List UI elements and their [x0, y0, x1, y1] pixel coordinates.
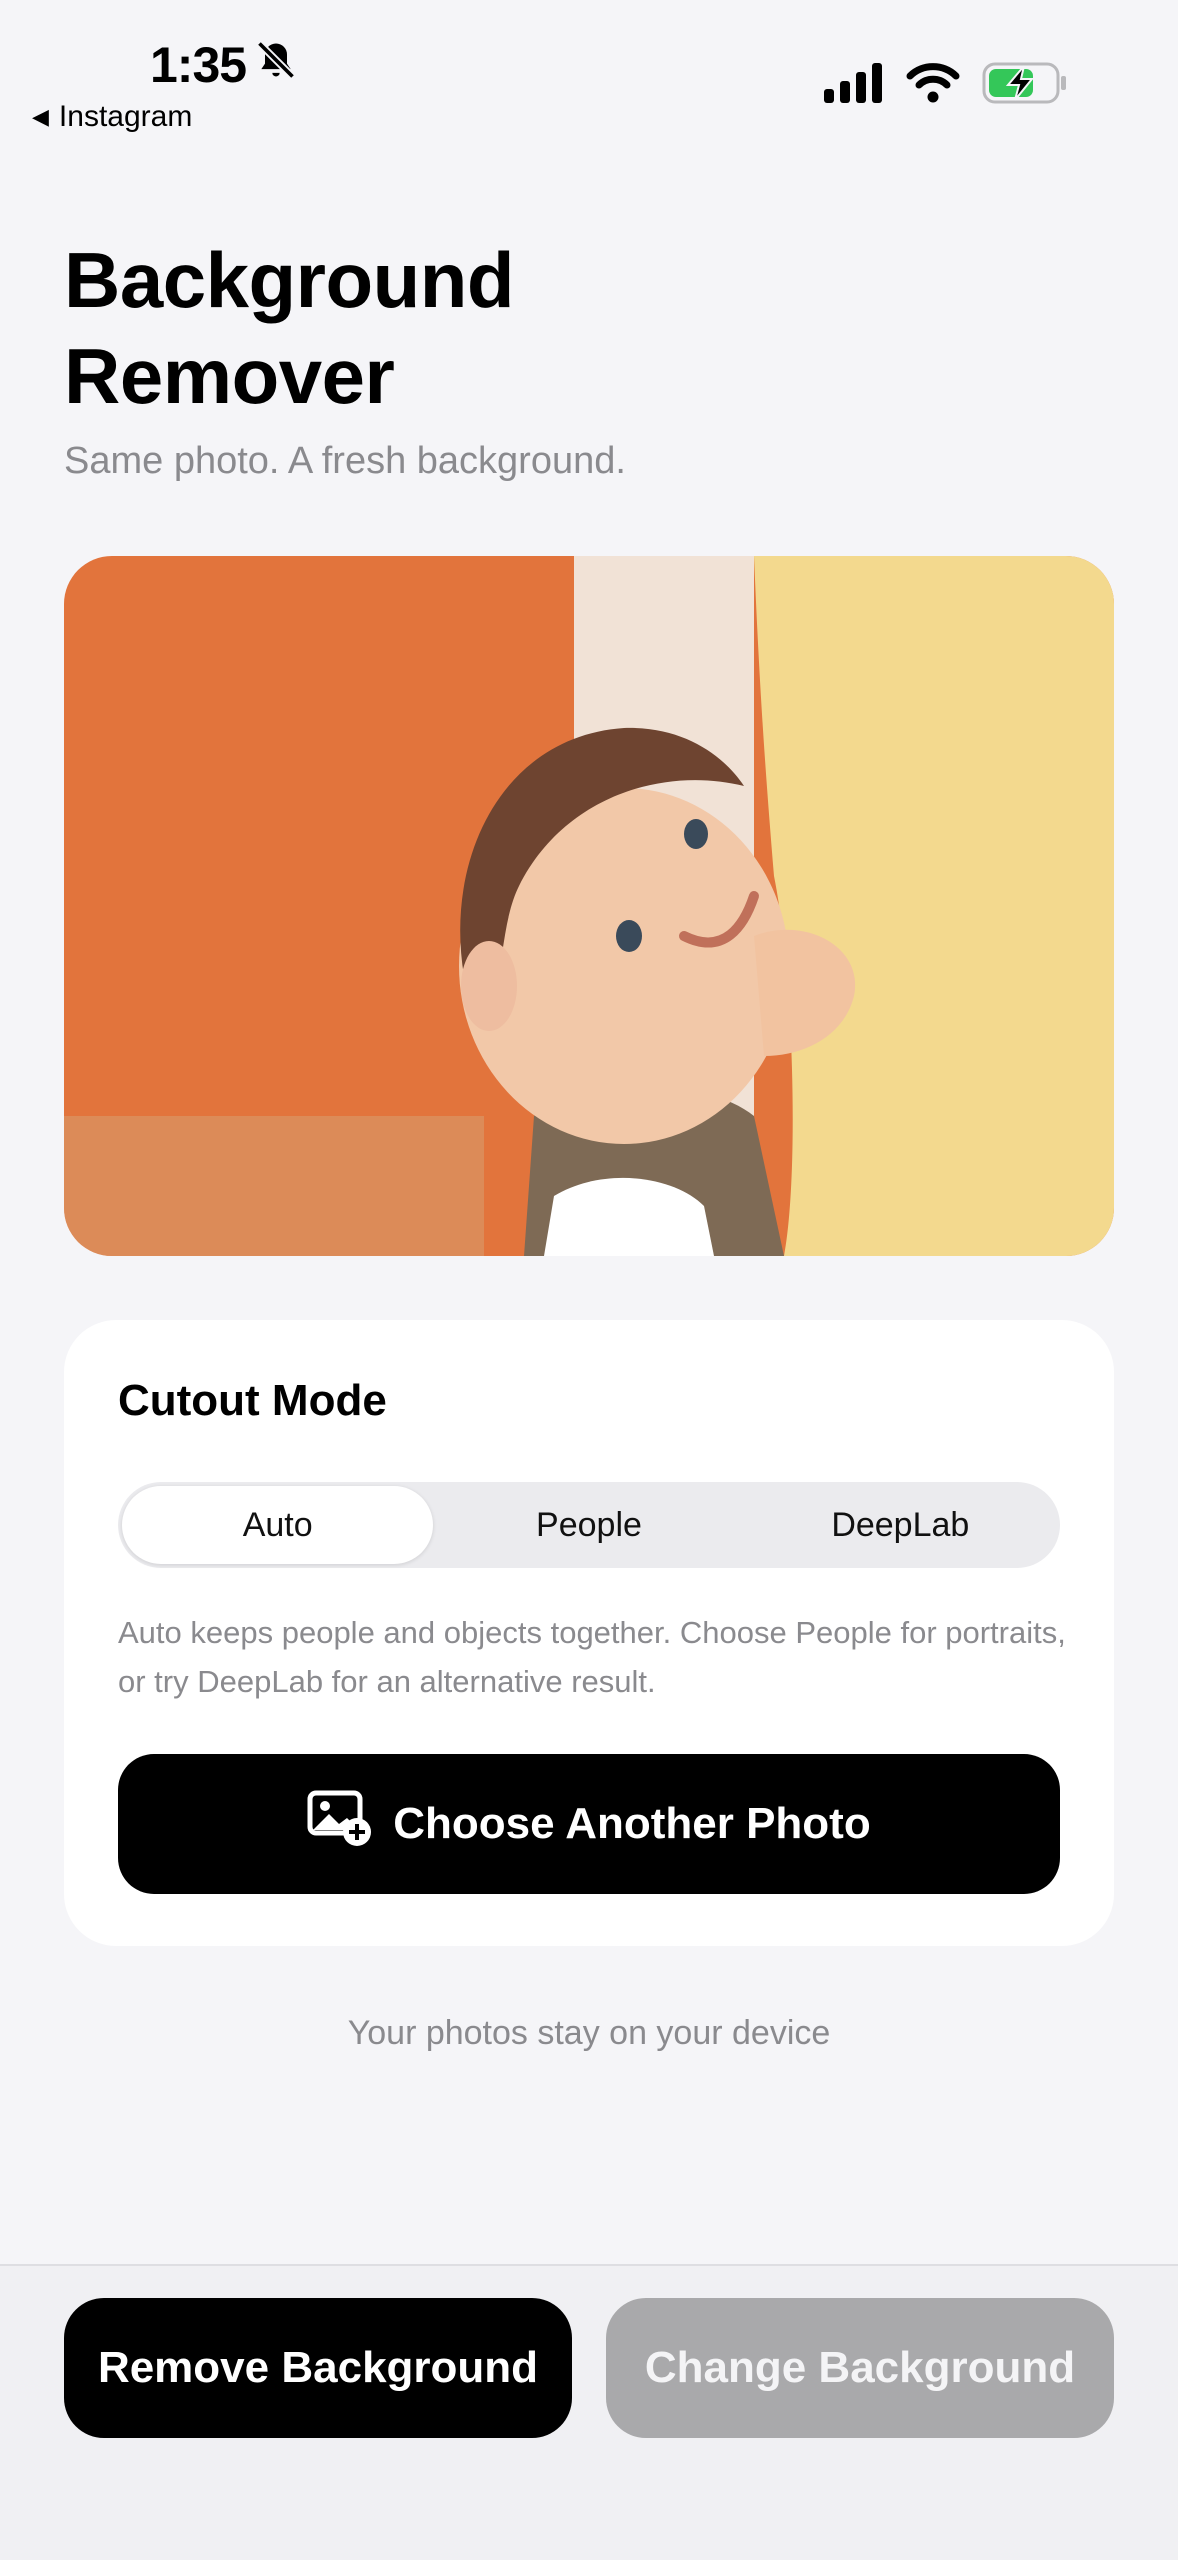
page-subtitle: Same photo. A fresh background. [64, 440, 626, 482]
bottom-action-bar: Remove Background Change Background [0, 2264, 1178, 2560]
cutout-mode-segmented-control: Auto People DeepLab [118, 1482, 1060, 1568]
cutout-mode-description: Auto keeps people and objects together. … [118, 1615, 1066, 1699]
photo-preview [64, 556, 1114, 1256]
change-background-button[interactable]: Change Background [606, 2298, 1114, 2438]
status-indicators [824, 62, 1068, 109]
photo-add-icon [307, 1790, 373, 1859]
choose-another-photo-label: Choose Another Photo [393, 1799, 871, 1848]
time-text: 1:35 [150, 37, 247, 93]
cutout-mode-card: Cutout Mode Auto People DeepLab Auto kee… [64, 1320, 1114, 1946]
back-to-app-link[interactable]: ◀ Instagram [32, 100, 192, 134]
cellular-signal-icon [824, 63, 884, 108]
privacy-note: Your photos stay on your device [347, 2014, 831, 2052]
page-title: Background Remover [64, 236, 515, 420]
status-time: 1:35 [150, 36, 298, 94]
back-app-label: Instagram [58, 100, 193, 133]
screen: 1:35 ◀ Instagram Background Remover Same… [0, 0, 1178, 2560]
segment-auto[interactable]: Auto [122, 1486, 434, 1564]
cutout-mode-title: Cutout Mode [118, 1376, 387, 1425]
bell-slash-icon [254, 36, 298, 94]
choose-another-photo-button[interactable]: Choose Another Photo [118, 1754, 1060, 1894]
battery-charging-icon [982, 62, 1068, 109]
remove-background-button[interactable]: Remove Background [64, 2298, 572, 2438]
wifi-icon [906, 63, 960, 108]
segment-people[interactable]: People [433, 1486, 744, 1564]
back-triangle-icon: ◀ [32, 104, 49, 129]
segment-deeplab[interactable]: DeepLab [745, 1486, 1056, 1564]
